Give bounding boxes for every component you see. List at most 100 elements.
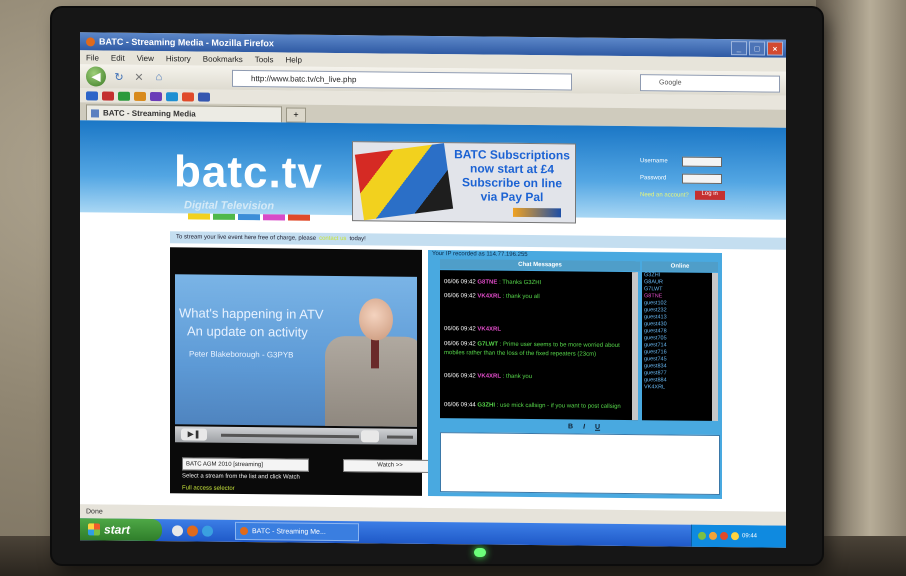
password-field[interactable] (682, 173, 722, 185)
monitor-screen: BATC - Streaming Media - Mozilla Firefox… (80, 32, 786, 548)
start-button[interactable]: start (80, 518, 162, 542)
tab-label: BATC - Streaming Media (103, 108, 196, 119)
ip-recorded-text: Your IP recorded as 114.77.196.255 (432, 250, 528, 258)
stream-select[interactable]: BATC AGM 2010 [streaming] (182, 457, 309, 472)
chat-message: 06/06 09:42 G7LWT : Prime user seems to … (444, 340, 630, 360)
ad-line-2: now start at £4 (469, 161, 555, 177)
menu-history[interactable]: History (166, 54, 191, 63)
video-slide-presenter: Peter Blakeborough - G3PYB (189, 349, 294, 360)
message-text: : thank you (502, 373, 533, 381)
minimize-icon[interactable]: _ (731, 41, 747, 56)
underline-button[interactable]: U (595, 424, 600, 431)
message-time: 06/06 09:42 (444, 279, 476, 286)
italic-button[interactable]: I (583, 424, 585, 431)
menu-help[interactable]: Help (285, 55, 301, 64)
show-desktop-icon[interactable] (172, 524, 183, 536)
message-time: 06/06 09:42 (444, 326, 476, 333)
video-frame[interactable]: What's happening in ATV An update on act… (175, 274, 417, 427)
bookmark-icon[interactable] (102, 91, 114, 101)
bookmark-icon[interactable] (86, 90, 98, 100)
menu-tools[interactable]: Tools (255, 55, 274, 64)
browser-launch-icon[interactable] (202, 525, 213, 537)
chat-messages-list[interactable]: 06/06 09:42 G8TNE : Thanks G3ZHI 06/06 0… (440, 270, 638, 421)
message-text: : use mick callsign - if you want to pos… (496, 402, 621, 410)
bookmark-icon[interactable] (118, 91, 130, 101)
volume-icon[interactable] (709, 531, 717, 540)
windows-logo-icon (88, 523, 100, 536)
login-button[interactable]: Log in (694, 190, 725, 201)
message-callsign: G7LWT (477, 341, 499, 348)
video-slide-subtitle: An update on activity (187, 323, 308, 340)
network-icon[interactable] (698, 531, 706, 540)
search-input[interactable]: Google (640, 73, 780, 93)
register-link[interactable]: Need an account? (640, 192, 689, 199)
chat-panel: Your IP recorded as 114.77.196.255 Chat … (428, 249, 722, 500)
back-icon[interactable]: ◀ (86, 66, 106, 87)
menu-edit[interactable]: Edit (111, 53, 125, 62)
ad-text: BATC Subscriptions now start at £4 Subsc… (451, 147, 573, 204)
message-time: 06/06 09:42 (444, 373, 476, 380)
bookmark-icon[interactable] (166, 91, 178, 101)
bookmark-icon[interactable] (182, 91, 194, 101)
seek-bar[interactable] (221, 433, 359, 439)
message-time: 06/06 09:42 (444, 293, 476, 300)
volume-slider[interactable] (387, 435, 413, 439)
stop-icon[interactable]: ✕ (132, 70, 146, 84)
logo-color-stripe (188, 213, 310, 221)
username-field[interactable] (682, 156, 722, 168)
bold-button[interactable]: B (568, 423, 573, 430)
wall-corner (816, 0, 906, 576)
message-time: 06/06 09:42 (444, 341, 476, 348)
chat-message: 06/06 09:42 VK4XRL : thank you (444, 372, 630, 383)
menu-file[interactable]: File (86, 53, 99, 62)
online-users-list[interactable]: G3ZHI G8AUR G7LWT G8TNE guest102 guest23… (642, 272, 712, 421)
player-controls: ▶❚ (175, 426, 417, 445)
site-logo[interactable]: batc.tv (174, 147, 323, 199)
online-header: Online (642, 261, 718, 272)
menu-view[interactable]: View (137, 53, 154, 62)
bookmark-icon[interactable] (198, 92, 210, 102)
update-icon[interactable] (731, 532, 739, 541)
chat-scrollbar[interactable] (632, 272, 638, 421)
subscription-ad[interactable]: BATC Subscriptions now start at £4 Subsc… (352, 141, 576, 224)
firefox-icon (86, 36, 95, 46)
ad-line-3: Subscribe on line (461, 175, 563, 191)
message-callsign: G8TNE (477, 279, 498, 286)
new-tab-button[interactable]: + (286, 107, 306, 123)
clock: 09:44 (742, 533, 758, 540)
bookmark-icon[interactable] (150, 91, 162, 101)
online-user[interactable]: VK4XRL (642, 384, 712, 392)
web-page: batc.tv Digital Television BATC Subscrip… (80, 120, 786, 512)
firefox-icon (240, 526, 248, 536)
watch-button[interactable]: Watch >> (343, 459, 437, 474)
full-access-link[interactable]: Full access selector (182, 485, 235, 492)
close-icon[interactable]: × (767, 41, 783, 56)
chat-input[interactable] (440, 432, 720, 496)
firefox-launch-icon[interactable] (187, 524, 198, 537)
contact-us-link[interactable]: contact us (319, 236, 346, 242)
taskbar-item-firefox[interactable]: BATC - Streaming Me... (235, 521, 359, 542)
bookmark-icon[interactable] (134, 91, 146, 101)
site-banner: batc.tv Digital Television BATC Subscrip… (80, 120, 786, 224)
video-player-panel: What's happening in ATV An update on act… (170, 247, 437, 496)
video-slide-title: What's happening in ATV (179, 305, 324, 322)
chat-messages-header: Chat Messages (440, 259, 640, 272)
reload-icon[interactable]: ↻ (112, 70, 126, 84)
paypal-cards-icon (513, 207, 561, 218)
start-label: start (104, 522, 131, 537)
play-pause-icon[interactable]: ▶❚ (181, 428, 207, 441)
status-text: Done (86, 507, 103, 516)
home-icon[interactable]: ⌂ (152, 70, 166, 84)
fullscreen-icon[interactable] (361, 430, 379, 443)
url-bar[interactable]: http://www.batc.tv/ch_live.php (232, 69, 572, 90)
maximize-icon[interactable]: □ (749, 41, 765, 56)
message-callsign: G3ZHI (477, 402, 496, 409)
menu-bookmarks[interactable]: Bookmarks (203, 54, 243, 63)
ad-line-1: BATC Subscriptions (454, 147, 570, 163)
notice-suffix: today! (349, 236, 366, 243)
stream-selector-row: BATC AGM 2010 [streaming] Watch >> (182, 457, 437, 474)
online-scrollbar[interactable] (712, 272, 718, 421)
taskbar-item-label: BATC - Streaming Me... (252, 527, 326, 536)
notice-prefix: To stream your live event here free of c… (176, 234, 317, 242)
security-icon[interactable] (720, 532, 728, 541)
